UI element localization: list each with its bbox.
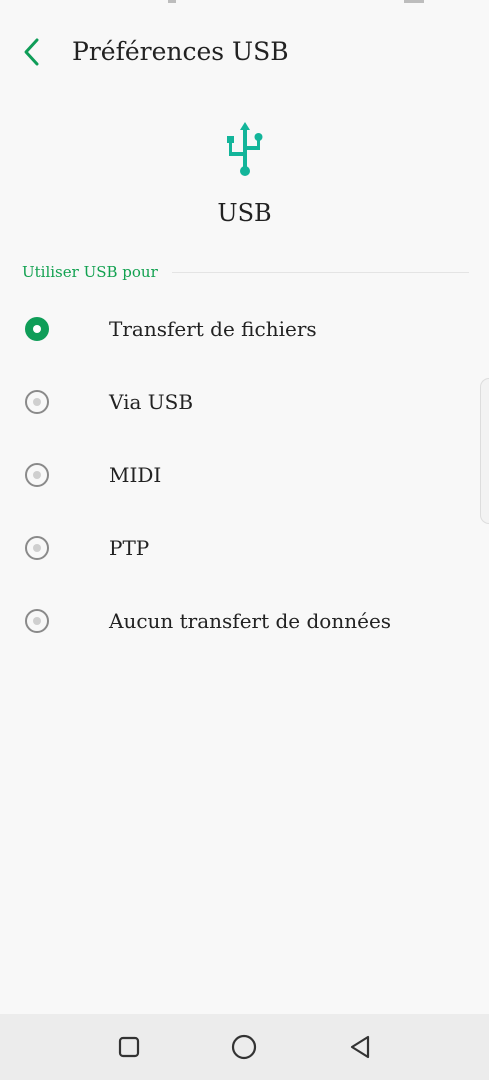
radio-button[interactable] <box>25 390 49 414</box>
section-divider <box>171 271 469 273</box>
option-file-transfer[interactable]: Transfert de fichiers <box>0 292 489 365</box>
option-via-usb[interactable]: Via USB <box>0 365 489 438</box>
option-label: Aucun transfert de données <box>109 609 392 633</box>
option-label: PTP <box>109 536 150 560</box>
option-no-data-transfer[interactable]: Aucun transfert de données <box>0 584 489 657</box>
option-label: Via USB <box>109 390 194 414</box>
triangle-back-icon <box>350 1035 370 1059</box>
section-header: Utiliser USB pour <box>22 262 469 282</box>
option-label: Transfert de fichiers <box>109 317 317 341</box>
usb-mode-list: Transfert de fichiers Via USB MIDI PTP A… <box>0 292 489 657</box>
option-ptp[interactable]: PTP <box>0 511 489 584</box>
back-nav-button[interactable] <box>345 1032 375 1062</box>
navigation-bar <box>0 1014 489 1080</box>
status-bar <box>0 0 489 12</box>
status-indicator <box>168 0 176 3</box>
usb-icon <box>226 122 262 176</box>
back-button[interactable] <box>12 32 52 72</box>
radio-button[interactable] <box>25 609 49 633</box>
circle-icon <box>231 1034 257 1060</box>
usb-hero <box>0 118 489 184</box>
home-button[interactable] <box>229 1032 259 1062</box>
chevron-left-icon <box>24 38 39 66</box>
app-bar: Préférences USB <box>0 22 489 82</box>
status-indicator <box>404 0 424 3</box>
option-midi[interactable]: MIDI <box>0 438 489 511</box>
page-title: Préférences USB <box>72 37 289 66</box>
radio-button[interactable] <box>25 536 49 560</box>
square-icon <box>118 1036 140 1058</box>
section-title: Utiliser USB pour <box>22 263 158 281</box>
option-label: MIDI <box>109 463 162 487</box>
recents-button[interactable] <box>114 1032 144 1062</box>
usb-label: USB <box>217 199 272 227</box>
edge-panel-handle[interactable] <box>480 378 489 524</box>
radio-button-selected[interactable] <box>25 317 49 341</box>
radio-button[interactable] <box>25 463 49 487</box>
